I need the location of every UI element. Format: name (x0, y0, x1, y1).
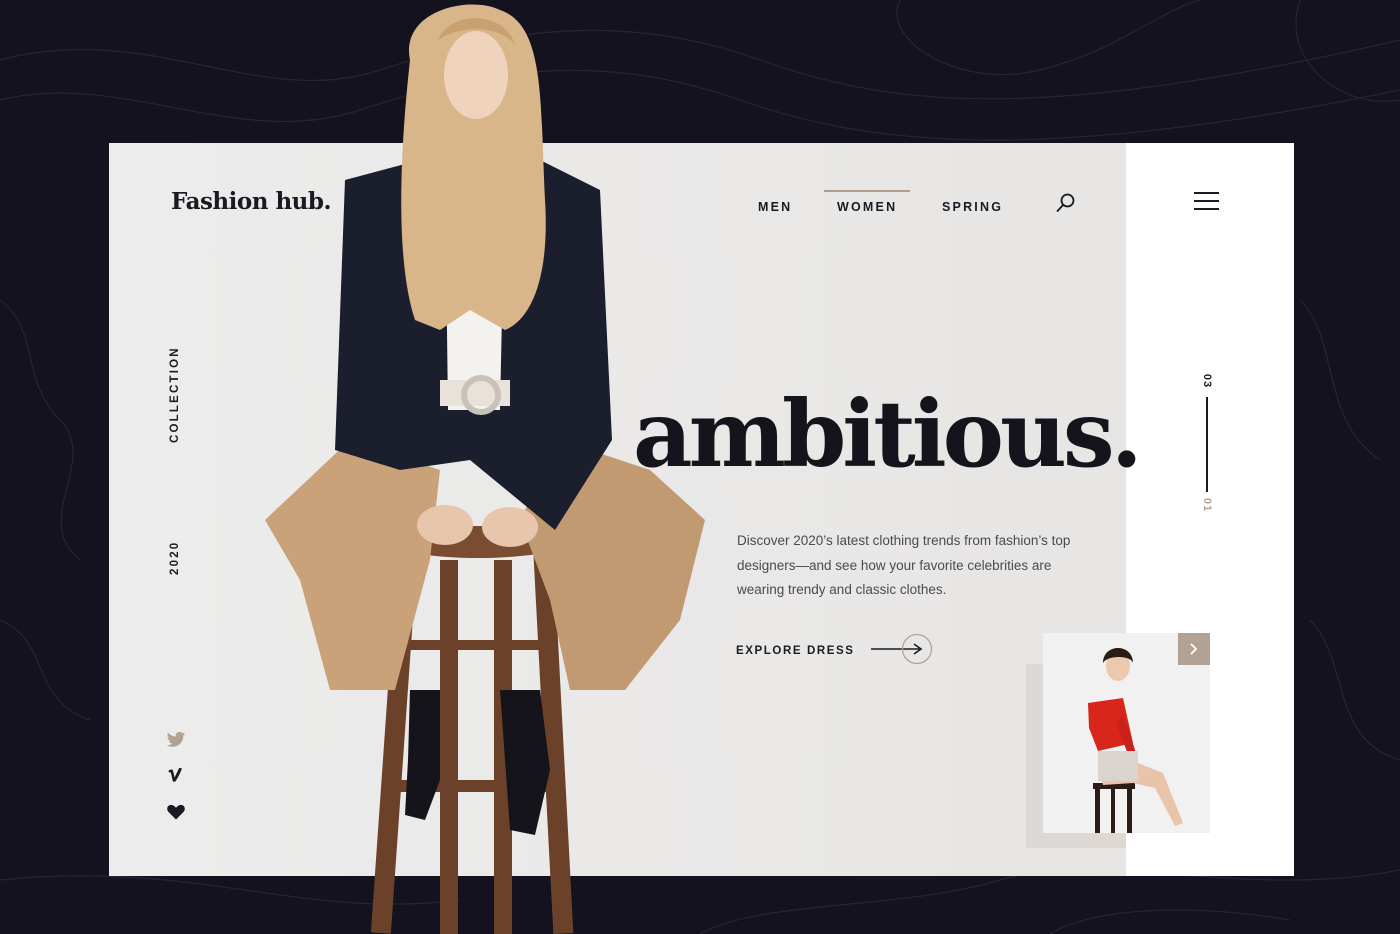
search-icon[interactable] (1055, 192, 1077, 214)
slide-total: 03 (1201, 373, 1213, 389)
arrow-right-icon (870, 634, 932, 665)
hamburger-menu-icon[interactable] (1194, 192, 1220, 212)
explore-dress-button[interactable]: EXPLORE DRESS (736, 634, 935, 668)
heart-icon[interactable] (166, 803, 186, 821)
next-slide-button[interactable] (1178, 633, 1210, 665)
slide-progress-line (1206, 397, 1208, 492)
collection-label: COLLECTION (169, 346, 181, 443)
hero-description: Discover 2020’s latest clothing trends f… (737, 533, 1071, 597)
collection-year: 2020 (169, 540, 181, 575)
slide-current: 01 (1201, 497, 1213, 513)
hero-headline: ambitious. (633, 380, 1143, 488)
explore-dress-label: EXPLORE DRESS (736, 645, 855, 657)
nav-item-spring[interactable]: SPRING (942, 190, 1003, 214)
chevron-right-icon (1190, 643, 1198, 655)
vimeo-icon[interactable] (166, 766, 186, 784)
nav-item-women[interactable]: WOMEN (823, 190, 911, 214)
twitter-icon[interactable] (166, 731, 186, 749)
brand-logo[interactable]: Fashion hub. (171, 188, 332, 215)
nav-item-men[interactable]: MEN (758, 190, 792, 214)
